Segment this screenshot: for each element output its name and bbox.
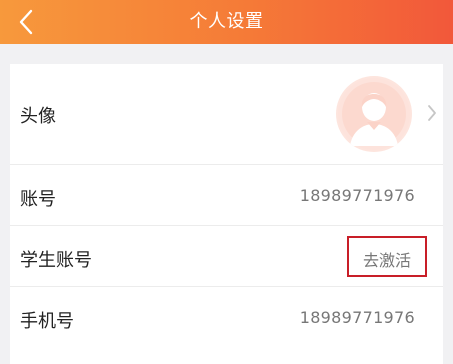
app-header: 个人设置 (0, 0, 453, 44)
account-row: 账号 18989771976 (10, 165, 443, 225)
phone-row: 手机号 18989771976 (10, 287, 443, 347)
phone-value: 18989771976 (299, 308, 415, 327)
account-value: 18989771976 (299, 186, 415, 205)
chevron-right-icon (428, 105, 436, 121)
student-account-row: 学生账号 去激活 (10, 226, 443, 286)
settings-card: 头像 账号 18989771976 学生账号 去激活 手机号 189897719… (10, 64, 443, 364)
avatar[interactable] (336, 76, 412, 152)
avatar-label: 头像 (20, 106, 56, 127)
page-title: 个人设置 (189, 11, 264, 32)
activate-button-label: 去激活 (362, 251, 411, 270)
phone-label: 手机号 (20, 311, 74, 332)
avatar-row[interactable]: 头像 (10, 64, 443, 164)
default-user-avatar-icon (338, 78, 410, 150)
activate-button[interactable]: 去激活 (347, 236, 427, 277)
account-label: 账号 (20, 189, 56, 210)
student-account-label: 学生账号 (20, 250, 92, 271)
